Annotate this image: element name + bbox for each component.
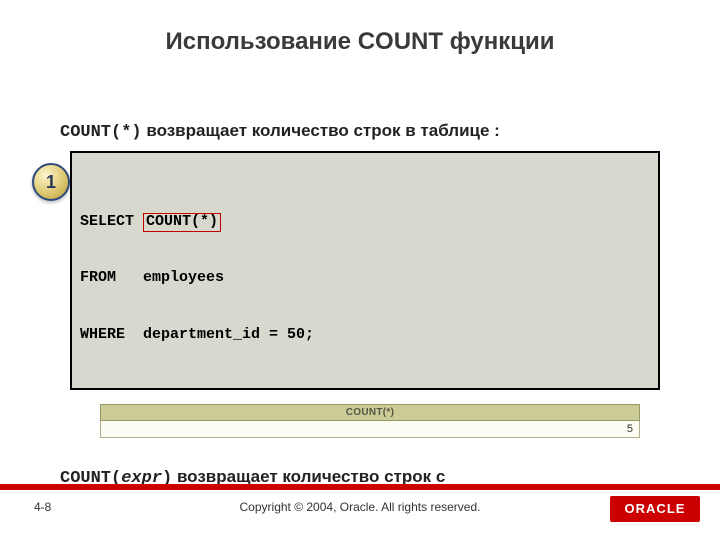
code1-line1: SELECT COUNT(*) <box>80 213 650 232</box>
count-star-label: COUNT(*) <box>60 123 142 142</box>
result-table-1: COUNT(*) 5 <box>100 404 640 438</box>
content-area: COUNT(*) возвращает количество строк в т… <box>60 120 660 540</box>
code-block-1: 1 SELECT COUNT(*) FROM employees WHERE d… <box>70 151 660 390</box>
slide: Использование COUNT функции COUNT(*) воз… <box>0 0 720 540</box>
footer-bar: 4-8 Copyright © 2004, Oracle. All rights… <box>0 490 720 540</box>
section1-rest: возвращает количество строк в таблице : <box>142 121 500 140</box>
code1-highlight: COUNT(*) <box>143 213 221 232</box>
oracle-logo: ORACLE <box>610 496 700 522</box>
section1-text: COUNT(*) возвращает количество строк в т… <box>60 120 660 145</box>
footer: 4-8 Copyright © 2004, Oracle. All rights… <box>0 484 720 540</box>
result1-header: COUNT(*) <box>101 404 640 420</box>
code1-line2: FROM employees <box>80 269 650 288</box>
code1-l1a: SELECT <box>80 213 143 230</box>
code1-line3: WHERE department_id = 50; <box>80 326 650 345</box>
slide-title: Использование COUNT функции <box>0 0 720 56</box>
result1-value: 5 <box>101 420 640 437</box>
badge-1: 1 <box>32 163 70 201</box>
